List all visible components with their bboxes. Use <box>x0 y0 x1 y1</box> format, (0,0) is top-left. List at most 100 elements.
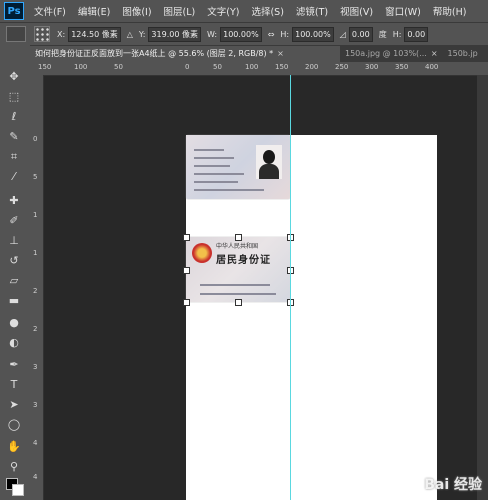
marquee-icon[interactable]: ⬚ <box>6 89 22 105</box>
options-bar: X: 124.50 像素 △ Y: 319.00 像素 W: 100.00% ⇔… <box>0 22 488 46</box>
quick-select-icon[interactable]: ✎ <box>6 129 22 145</box>
ruler-tick: 0 <box>185 63 190 71</box>
menu-layer[interactable]: 图层(L) <box>164 4 196 18</box>
ruler-tick: 150 <box>38 63 52 71</box>
national-emblem-icon <box>192 243 212 263</box>
ruler-tick: 150 <box>275 63 289 71</box>
menu-select[interactable]: 选择(S) <box>251 4 283 18</box>
hskew-label: H: <box>392 29 402 39</box>
eyedropper-icon[interactable]: ⁄ <box>6 169 22 185</box>
dodge-icon[interactable]: ◐ <box>6 335 22 351</box>
lasso-icon[interactable]: ℓ <box>6 109 22 125</box>
ruler-tick: 350 <box>395 63 409 71</box>
tab-150a[interactable]: 150a.jpg @ 103%(... × <box>340 46 443 62</box>
transform-handle[interactable] <box>235 299 242 306</box>
move-icon[interactable]: ✥ <box>6 69 22 85</box>
shape-icon[interactable]: ◯ <box>6 417 22 433</box>
width-field[interactable]: 100.00% <box>220 26 262 42</box>
angle-icon: ◿ <box>339 29 346 39</box>
text-line <box>194 173 244 175</box>
vertical-guide-line[interactable] <box>290 75 291 500</box>
ruler-tick: 50 <box>213 63 222 71</box>
ruler-tick: 2 <box>33 325 38 333</box>
zoom-icon[interactable]: ⚲ <box>6 459 22 475</box>
ruler-tick: 100 <box>245 63 259 71</box>
text-line <box>194 149 224 151</box>
text-line <box>194 181 238 183</box>
tab-active-document[interactable]: 如何把身份证正反面放到一张A4纸上 @ 55.6% (图层 2, RGB/8) … <box>30 46 340 62</box>
tools-panel: ✥ ⬚ ℓ ✎ ⌗ ⁄ ✚ ✐ ⊥ ↺ ▱ ▬ ● ◐ ✒ T ➤ ◯ ✋ ⚲ <box>0 45 31 500</box>
id-back-main-title: 居民身份证 <box>216 255 271 266</box>
path-select-icon[interactable]: ➤ <box>6 397 22 413</box>
portrait-head <box>263 150 275 164</box>
vertical-ruler[interactable]: 0 5 1 1 2 2 3 3 4 4 <box>30 75 44 500</box>
transform-handle[interactable] <box>183 299 190 306</box>
background-color-swatch[interactable] <box>12 484 24 496</box>
ruler-tick: 400 <box>425 63 439 71</box>
pen-icon[interactable]: ✒ <box>6 357 22 373</box>
menu-filter[interactable]: 滤镜(T) <box>296 4 328 18</box>
y-position-field[interactable]: 319.00 像素 <box>148 26 201 42</box>
reference-point-icon[interactable] <box>34 26 50 42</box>
stamp-icon[interactable]: ⊥ <box>6 233 22 249</box>
ruler-tick: 100 <box>74 63 88 71</box>
ruler-tick: 300 <box>365 63 379 71</box>
h-label: H: <box>280 29 290 39</box>
menu-view[interactable]: 视图(V) <box>340 4 373 18</box>
vertical-scrollbar[interactable] <box>477 75 488 500</box>
baidu-watermark: Bai 经验 <box>424 477 482 493</box>
close-icon[interactable]: × <box>277 49 284 58</box>
menu-help[interactable]: 帮助(H) <box>433 4 467 18</box>
hskew-field[interactable]: 0.00 <box>404 26 429 42</box>
relative-position-icon[interactable]: △ <box>127 30 133 39</box>
ruler-tick: 5 <box>33 173 38 181</box>
close-icon[interactable]: × <box>431 49 438 58</box>
angle-field[interactable]: 0.00 <box>348 26 373 42</box>
menu-window[interactable]: 窗口(W) <box>385 4 421 18</box>
transform-handle[interactable] <box>183 267 190 274</box>
menu-bar: Ps 文件(F) 编辑(E) 图像(I) 图层(L) 文字(Y) 选择(S) 滤… <box>0 0 488 22</box>
gradient-icon[interactable]: ▬ <box>6 293 22 309</box>
crop-icon[interactable]: ⌗ <box>6 149 22 165</box>
blur-icon[interactable]: ● <box>6 315 22 331</box>
transform-handle[interactable] <box>183 234 190 241</box>
id-card-front-image[interactable] <box>186 135 290 199</box>
brush-icon[interactable]: ✐ <box>6 213 22 229</box>
x-label: X: <box>57 29 66 39</box>
menu-file[interactable]: 文件(F) <box>34 4 66 18</box>
type-icon[interactable]: T <box>6 377 22 393</box>
text-line <box>194 189 264 191</box>
horizontal-ruler[interactable]: 150 100 50 0 50 100 150 200 250 300 350 … <box>30 62 488 76</box>
tab-150b[interactable]: 150b.jp <box>443 46 483 62</box>
transform-handle[interactable] <box>235 234 242 241</box>
tool-preset-picker[interactable] <box>6 26 26 42</box>
ruler-tick: 4 <box>33 473 38 481</box>
hand-icon[interactable]: ✋ <box>6 439 22 455</box>
id-card-back-image[interactable]: 中华人民共和国 居民身份证 <box>186 237 290 302</box>
menu-edit[interactable]: 编辑(E) <box>78 4 110 18</box>
text-line <box>200 293 276 295</box>
healing-icon[interactable]: ✚ <box>6 193 22 209</box>
menu-image[interactable]: 图像(I) <box>122 4 151 18</box>
ruler-tick: 3 <box>33 401 38 409</box>
document-tab-bar: 如何把身份证正反面放到一张A4纸上 @ 55.6% (图层 2, RGB/8) … <box>30 45 488 62</box>
ruler-tick: 50 <box>114 63 123 71</box>
portrait-photo <box>256 145 282 179</box>
ruler-tick: 1 <box>33 249 38 257</box>
ruler-tick: 250 <box>335 63 349 71</box>
eraser-icon[interactable]: ▱ <box>6 273 22 289</box>
angle-unit: 度 <box>378 29 387 39</box>
ruler-tick: 2 <box>33 287 38 295</box>
ruler-tick: 1 <box>33 211 38 219</box>
text-line <box>200 284 270 286</box>
tab-label: 如何把身份证正反面放到一张A4纸上 @ 55.6% (图层 2, RGB/8) … <box>35 49 274 58</box>
menu-type[interactable]: 文字(Y) <box>207 4 239 18</box>
portrait-body <box>259 164 279 179</box>
link-icon[interactable]: ⇔ <box>268 30 275 39</box>
text-line <box>194 165 230 167</box>
tab-label: 150a.jpg @ 103%(... <box>345 49 427 58</box>
height-field[interactable]: 100.00% <box>292 26 334 42</box>
ruler-tick: 4 <box>33 439 38 447</box>
x-position-field[interactable]: 124.50 像素 <box>68 26 121 42</box>
history-brush-icon[interactable]: ↺ <box>6 253 22 269</box>
